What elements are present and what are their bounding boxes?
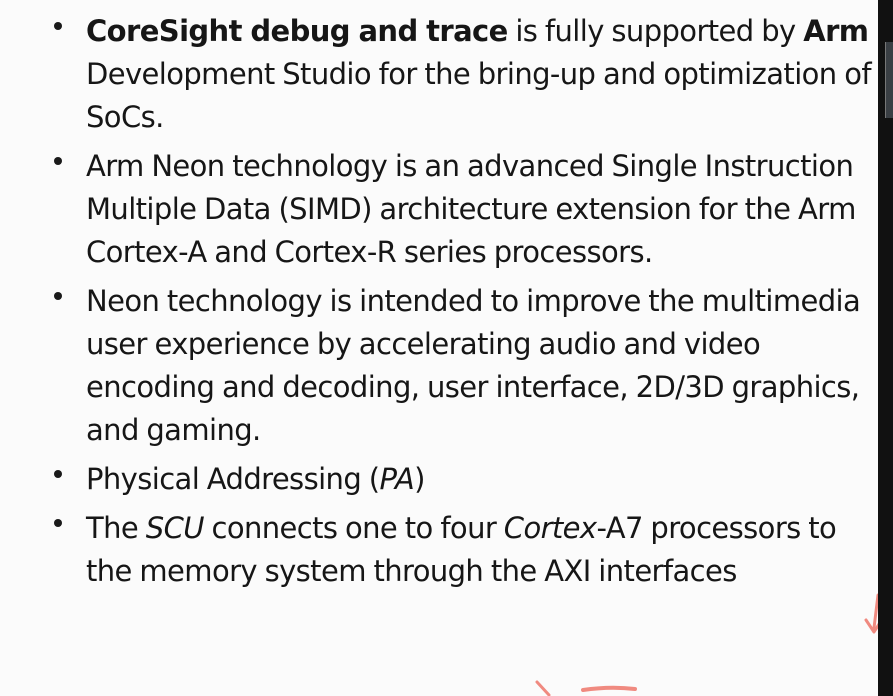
bullet-dot-icon	[54, 519, 62, 527]
italic-term: Cortex	[503, 511, 597, 545]
bullet-list: CoreSight debug and trace is fully suppo…	[0, 10, 878, 599]
scrollbar-thumb[interactable]	[885, 42, 893, 118]
text-run: connects one to four	[203, 511, 504, 545]
slide-canvas: CoreSight debug and trace is fully suppo…	[0, 0, 878, 696]
bullet-text: Neon technology is intended to improve t…	[86, 280, 878, 452]
text-run: is fully supported by	[507, 14, 804, 48]
bullet-text: The SCU connects one to four Cortex-A7 p…	[86, 507, 878, 593]
bullet-dot-icon	[54, 157, 62, 165]
bullet-item-scu: The SCU connects one to four Cortex-A7 p…	[0, 507, 878, 593]
pen-annotation-stroke	[535, 680, 637, 696]
italic-term: PA	[379, 462, 415, 496]
bullet-dot-icon	[54, 292, 62, 300]
bold-phrase: Arm	[803, 14, 869, 48]
text-run: Neon technology is intended to improve t…	[86, 284, 868, 447]
text-run: Arm Neon technology is an advanced Singl…	[86, 149, 864, 269]
bullet-text: CoreSight debug and trace is fully suppo…	[86, 10, 878, 139]
text-run: The	[86, 511, 146, 545]
text-run: )	[414, 462, 425, 496]
italic-term: SCU	[145, 511, 205, 545]
bullet-dot-icon	[54, 470, 62, 478]
bullet-text: Arm Neon technology is an advanced Singl…	[86, 145, 878, 274]
bullet-item-neon-multimedia: Neon technology is intended to improve t…	[0, 280, 878, 452]
bullet-item-neon-simd: Arm Neon technology is an advanced Singl…	[0, 145, 878, 274]
bullet-item-physical-addressing: Physical Addressing (PA)	[0, 458, 878, 501]
bullet-item-coresight: CoreSight debug and trace is fully suppo…	[0, 10, 878, 139]
text-run: Physical Addressing (	[86, 462, 380, 496]
bullet-text: Physical Addressing (PA)	[86, 458, 878, 501]
pen-annotation-down-arrow	[864, 593, 878, 634]
bullet-dot-icon	[54, 22, 62, 30]
bold-phrase: CoreSight debug and trace	[86, 14, 508, 48]
